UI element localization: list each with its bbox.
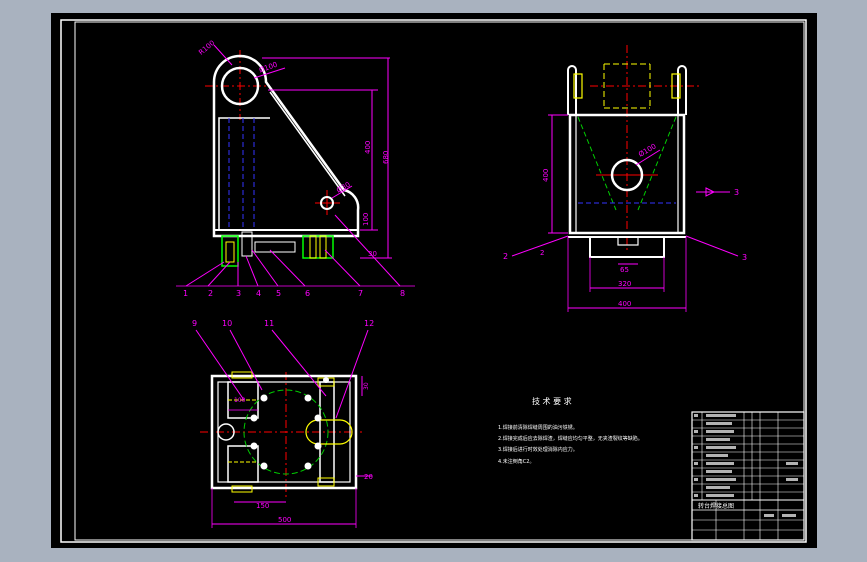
section-mark-right-b: 3 — [742, 253, 747, 262]
tech-note-1: 1.焊接前清除焊缝周围的油污铁锈。 — [498, 424, 578, 431]
tech-note-2: 2.焊接完成后应去除焊渣，焊缝应均匀平整，无夹渣裂纹等缺陷。 — [498, 435, 643, 442]
cad-drawing-canvas: R100 Ø100 400 680 Ø30 100 30 1 2 3 4 5 6… — [51, 13, 817, 548]
callout-3: 3 — [236, 289, 241, 298]
callout-11: 11 — [264, 319, 274, 328]
callout-7: 7 — [358, 289, 363, 298]
callout-4: 4 — [256, 289, 261, 298]
plan-dim-pocket: 100 — [234, 397, 246, 404]
section-mark-left-b: 2 — [540, 249, 544, 257]
callout-6: 6 — [305, 289, 310, 298]
dim-height-inner: 400 — [364, 141, 372, 154]
callout-5: 5 — [276, 289, 281, 298]
side-dim-slot: 65 — [620, 266, 629, 274]
side-dim-base-outer: 400 — [618, 300, 631, 308]
dim-bottom: 30 — [368, 250, 377, 258]
plan-dim-inner: 150 — [256, 502, 269, 510]
section-mark-left: 2 — [503, 252, 508, 261]
plan-dim-outer: 500 — [278, 516, 291, 524]
tech-note-3: 3.焊接后进行时效处理消除内应力。 — [498, 446, 578, 453]
dim-height-outer: 680 — [382, 151, 390, 164]
callout-10: 10 — [222, 319, 232, 328]
callout-8: 8 — [400, 289, 405, 298]
tech-note-4: 4.未注倒角C2。 — [498, 458, 534, 465]
side-dim-base-inner: 320 — [618, 280, 631, 288]
title-block-drawing-name: 转台焊接总图 — [698, 502, 734, 510]
callout-2: 2 — [208, 289, 213, 298]
plan-dim-side: 30 — [363, 382, 370, 390]
section-mark-right-a: 3 — [734, 188, 739, 197]
callout-1: 1 — [183, 289, 188, 298]
tech-notes-title: 技 术 要 求 — [532, 396, 572, 406]
callout-12: 12 — [364, 319, 374, 328]
plan-dim-edge: 20 — [364, 473, 373, 481]
dim-offset: 100 — [362, 213, 370, 226]
side-dim-height: 400 — [542, 169, 550, 182]
callout-9: 9 — [192, 319, 197, 328]
